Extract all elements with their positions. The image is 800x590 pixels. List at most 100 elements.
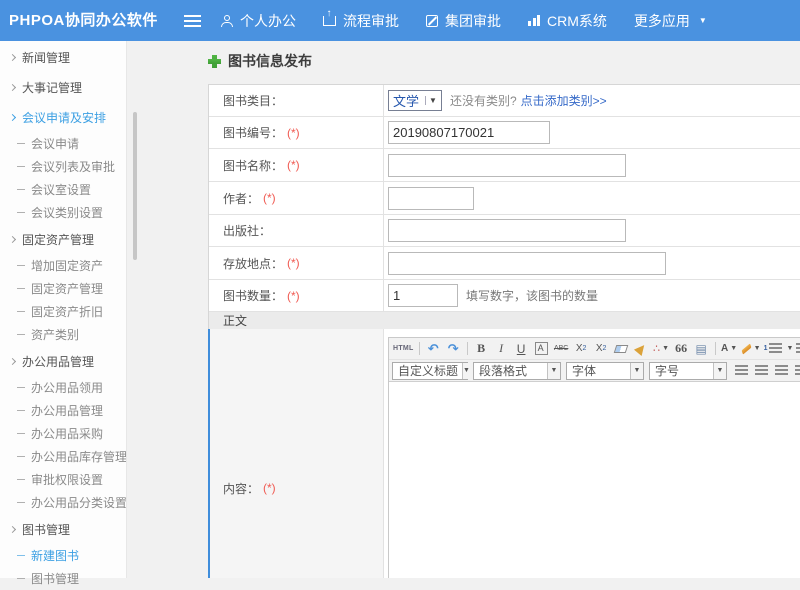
- body-section-header: 正文: [209, 312, 800, 329]
- book-name-input[interactable]: [388, 154, 626, 177]
- form-row-book-name: 图书名称： (*): [209, 149, 800, 182]
- paragraph-format-select[interactable]: 段落格式▼: [473, 362, 561, 380]
- dash-icon: [17, 143, 25, 144]
- underline-icon[interactable]: U: [512, 340, 531, 358]
- required-mark: (*): [263, 191, 276, 205]
- required-mark: (*): [287, 126, 300, 140]
- sidebar-scrollbar-thumb[interactable]: [133, 112, 137, 260]
- sidebar-item-supplies-stock[interactable]: 办公用品库存管理: [0, 445, 126, 468]
- required-mark: (*): [287, 256, 300, 270]
- location-input[interactable]: [388, 252, 666, 275]
- format-brush-icon[interactable]: [632, 340, 651, 358]
- page-title: 图书信息发布: [228, 51, 312, 71]
- strikethrough-icon[interactable]: ABC: [552, 340, 571, 358]
- italic-icon[interactable]: I: [492, 340, 511, 358]
- upload-icon: [323, 16, 336, 26]
- highlight-color-icon[interactable]: ▼: [740, 340, 762, 358]
- sidebar-item-supplies-category[interactable]: 办公用品分类设置: [0, 491, 126, 514]
- editor-content-area[interactable]: [389, 382, 800, 578]
- source-code-button[interactable]: HTML: [392, 340, 415, 358]
- sidebar-item-asset-add[interactable]: 增加固定资产: [0, 254, 126, 277]
- field-label: 图书数量：: [223, 287, 283, 304]
- special-char-icon[interactable]: ∴▼: [652, 340, 671, 358]
- sidebar-item-asset-manage[interactable]: 固定资产管理: [0, 277, 126, 300]
- unordered-list-icon[interactable]: ▼: [795, 340, 800, 358]
- book-category-select[interactable]: 文学 ▼: [388, 90, 442, 111]
- bar-chart-icon: [528, 15, 540, 26]
- chevron-right-icon: [9, 113, 16, 120]
- sidebar-item-supplies-manage[interactable]: 办公用品管理: [0, 399, 126, 422]
- main-content: 图书信息发布 图书类目： 文学 ▼ 还没有类别? 点击添加类别>> 图书编号：(…: [128, 41, 800, 578]
- required-mark: (*): [287, 158, 300, 172]
- sidebar-item-asset-category[interactable]: 资产类别: [0, 323, 126, 346]
- sidebar-item-events[interactable]: 大事记管理: [0, 72, 126, 102]
- sidebar-item-meetings[interactable]: 会议申请及安排: [0, 102, 126, 132]
- author-input[interactable]: [388, 187, 474, 210]
- subscript-icon[interactable]: X2: [592, 340, 611, 358]
- sidebar-item-book-manage[interactable]: 图书管理: [0, 567, 126, 590]
- align-left-icon[interactable]: [732, 362, 751, 380]
- dash-icon: [17, 334, 25, 335]
- superscript-icon[interactable]: X2: [572, 340, 591, 358]
- align-center-icon[interactable]: [752, 362, 771, 380]
- chevron-right-icon: [9, 357, 16, 364]
- category-hint: 还没有类别?: [450, 92, 517, 109]
- nav-more-apps[interactable]: 更多应用 ▼: [634, 11, 707, 31]
- align-right-icon[interactable]: [772, 362, 791, 380]
- sidebar-item-books[interactable]: 图书管理: [0, 514, 126, 544]
- nav-crm-system[interactable]: CRM系统: [528, 11, 607, 31]
- paste-from-word-icon[interactable]: ▤: [692, 340, 711, 358]
- dash-icon: [17, 311, 25, 312]
- field-label: 图书类目：: [223, 92, 283, 109]
- add-plus-icon: [208, 55, 221, 68]
- sidebar-item-supplies-purchase[interactable]: 办公用品采购: [0, 422, 126, 445]
- field-label: 内容：: [223, 480, 259, 497]
- sidebar-item-meeting-type[interactable]: 会议类别设置: [0, 201, 126, 224]
- sidebar-item-supplies-claim[interactable]: 办公用品领用: [0, 376, 126, 399]
- blockquote-icon[interactable]: 66: [672, 340, 691, 358]
- hamburger-menu-icon[interactable]: [184, 15, 201, 27]
- dash-icon: [17, 410, 25, 411]
- align-justify-icon[interactable]: [792, 362, 800, 380]
- sidebar-item-meeting-room[interactable]: 会议室设置: [0, 178, 126, 201]
- font-size-select[interactable]: 字号▼: [649, 362, 727, 380]
- bold-icon[interactable]: B: [472, 340, 491, 358]
- rich-text-editor: HTML ↶ ↷ B I U A ABC X2 X2 ∴: [388, 337, 800, 578]
- book-no-input[interactable]: [388, 121, 550, 144]
- dash-icon: [17, 555, 25, 556]
- redo-icon[interactable]: ↷: [444, 340, 463, 358]
- top-nav: 个人办公 流程审批 集团审批 CRM系统 更多应用 ▼: [220, 0, 707, 41]
- nav-process-approval[interactable]: 流程审批: [323, 11, 399, 31]
- book-form: 图书类目： 文学 ▼ 还没有类别? 点击添加类别>> 图书编号：(*) 图书名称…: [208, 84, 800, 578]
- undo-icon[interactable]: ↶: [424, 340, 443, 358]
- chevron-down-icon: ▼: [547, 363, 560, 379]
- add-category-link[interactable]: 点击添加类别>>: [521, 92, 607, 109]
- font-name-icon[interactable]: A: [535, 342, 548, 355]
- ordered-list-icon[interactable]: 1▼: [763, 340, 795, 358]
- chevron-right-icon: [9, 83, 16, 90]
- sidebar-item-approval-rights[interactable]: 审批权限设置: [0, 468, 126, 491]
- chevron-right-icon: [9, 53, 16, 60]
- chevron-down-icon: ▼: [630, 363, 643, 379]
- sidebar-item-asset-depreciation[interactable]: 固定资产折旧: [0, 300, 126, 323]
- font-family-select[interactable]: 字体▼: [566, 362, 644, 380]
- dash-icon: [17, 578, 25, 579]
- form-row-book-no: 图书编号：(*): [209, 117, 800, 149]
- font-color-icon[interactable]: A▼: [720, 340, 739, 358]
- heading-select[interactable]: 自定义标题▼: [392, 362, 468, 380]
- chevron-down-icon: ▼: [462, 363, 470, 379]
- sidebar-item-meeting-apply[interactable]: 会议申请: [0, 132, 126, 155]
- field-label: 图书名称：: [223, 157, 283, 174]
- sidebar-item-supplies[interactable]: 办公用品管理: [0, 346, 126, 376]
- remove-format-icon[interactable]: [612, 340, 631, 358]
- dash-icon: [17, 189, 25, 190]
- publisher-input[interactable]: [388, 219, 626, 242]
- sidebar-item-news[interactable]: 新闻管理: [0, 42, 126, 72]
- sidebar-item-meeting-list[interactable]: 会议列表及审批: [0, 155, 126, 178]
- sidebar-item-assets[interactable]: 固定资产管理: [0, 224, 126, 254]
- nav-personal-office[interactable]: 个人办公: [220, 11, 296, 31]
- edit-icon: [426, 15, 438, 27]
- nav-group-approval[interactable]: 集团审批: [426, 11, 501, 31]
- sidebar-item-book-new[interactable]: 新建图书: [0, 544, 126, 567]
- quantity-input[interactable]: [388, 284, 458, 307]
